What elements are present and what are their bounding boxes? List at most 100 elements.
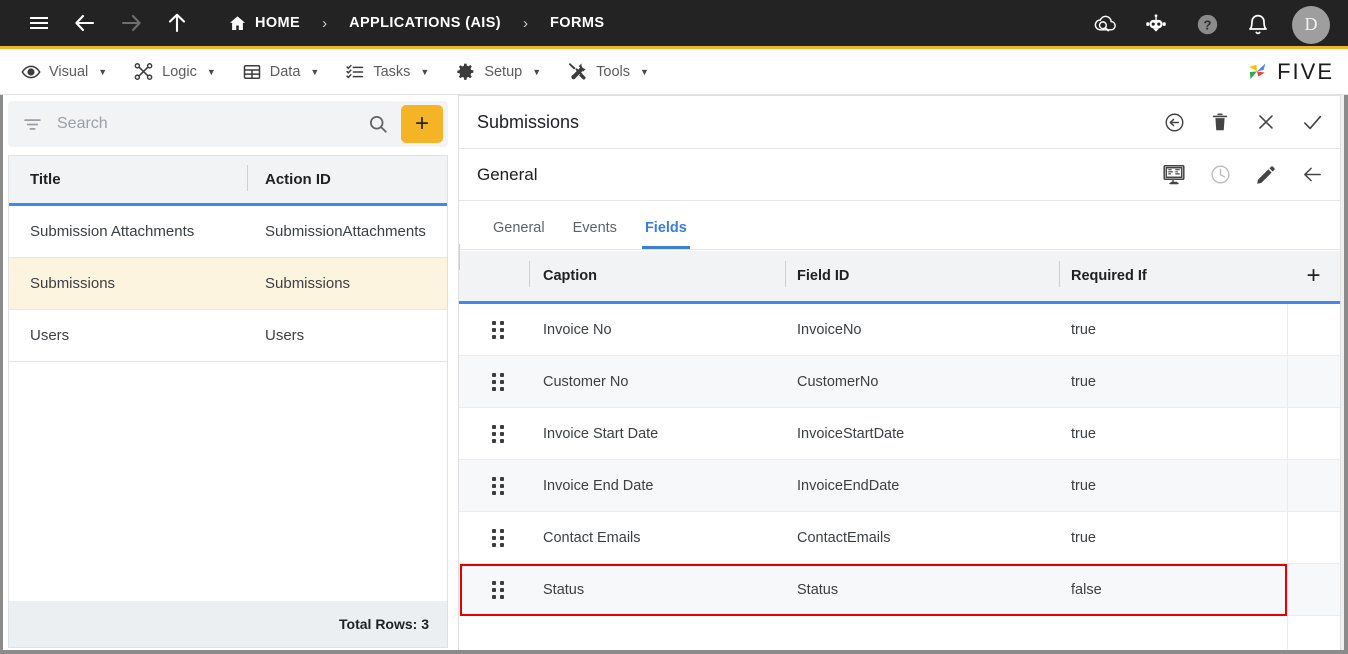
form-designer-icon[interactable] — [1162, 163, 1186, 187]
table-row[interactable]: Users Users — [9, 310, 447, 362]
revert-icon[interactable] — [1162, 110, 1186, 134]
up-arrow-icon[interactable] — [160, 6, 194, 40]
cloud-search-icon[interactable] — [1088, 8, 1122, 42]
hamburger-menu-icon[interactable] — [22, 6, 56, 40]
tab-events[interactable]: Events — [559, 220, 631, 249]
application-window: HOME › APPLICATIONS (AIS) › FORMS — [0, 0, 1348, 654]
nav-left-controls: HOME › APPLICATIONS (AIS) › FORMS — [0, 6, 608, 40]
menu-label-tasks: Tasks — [373, 64, 410, 80]
column-header-action-id[interactable]: Action ID — [247, 171, 447, 188]
add-field-column[interactable]: + — [1287, 264, 1340, 288]
total-rows-label: Total Rows: 3 — [9, 601, 447, 647]
tab-general[interactable]: General — [479, 220, 559, 249]
cell-required-if: true — [1059, 530, 1287, 546]
cell-caption: Contact Emails — [529, 530, 785, 546]
drag-handle-icon[interactable] — [459, 321, 529, 339]
menu-item-tasks[interactable]: Tasks ▼ — [332, 49, 442, 95]
cell-field-id: Status — [785, 582, 1059, 598]
section-title: General — [477, 165, 537, 185]
cell-required-if: true — [1059, 478, 1287, 494]
detail-tabs: General Events Fields — [459, 201, 1340, 250]
column-header-title[interactable]: Title — [9, 171, 247, 188]
menu-item-logic[interactable]: Logic ▼ — [120, 49, 229, 95]
module-menu-bar: Visual ▼ Logic ▼ Data ▼ Tasks ▼ — [0, 49, 1348, 95]
menu-item-setup[interactable]: Setup ▼ — [442, 49, 554, 95]
table-empty-space — [9, 362, 447, 601]
drag-handle-icon[interactable] — [459, 373, 529, 391]
five-pinwheel-icon — [1244, 59, 1270, 85]
menu-label-data: Data — [270, 64, 301, 80]
back-arrow-icon[interactable] — [1300, 163, 1324, 187]
cell-caption: Invoice End Date — [529, 478, 785, 494]
table-row[interactable]: Contact Emails ContactEmails true — [459, 512, 1340, 564]
home-icon — [228, 14, 247, 33]
help-icon[interactable]: ? — [1190, 8, 1224, 42]
column-header-field-id[interactable]: Field ID — [785, 268, 1059, 284]
table-row[interactable]: Invoice No InvoiceNo true — [459, 304, 1340, 356]
table-row-highlighted[interactable]: Status Status false — [459, 564, 1340, 616]
column-divider — [1287, 408, 1288, 459]
add-field-button[interactable]: + — [1306, 264, 1320, 288]
top-navigation-bar: HOME › APPLICATIONS (AIS) › FORMS — [0, 0, 1348, 49]
cell-required-if: true — [1059, 426, 1287, 442]
forward-arrow-icon — [114, 6, 148, 40]
breadcrumb-item-forms[interactable]: FORMS — [546, 15, 608, 31]
cell-field-id: InvoiceStartDate — [785, 426, 1059, 442]
menu-item-visual[interactable]: Visual ▼ — [8, 49, 120, 95]
close-icon[interactable] — [1254, 110, 1278, 134]
cell-title: Submission Attachments — [9, 223, 247, 240]
brand-logo: FIVE — [1244, 59, 1334, 85]
detail-subheader: General — [459, 149, 1340, 201]
table-row[interactable]: Invoice Start Date InvoiceStartDate true — [459, 408, 1340, 460]
search-input[interactable] — [57, 115, 355, 133]
form-detail-panel: Submissions General — [458, 95, 1340, 654]
table-row[interactable]: Invoice End Date InvoiceEndDate true — [459, 460, 1340, 512]
cell-required-if: true — [1059, 374, 1287, 390]
window-bottom-edge — [0, 650, 1348, 654]
breadcrumb-item-applications[interactable]: APPLICATIONS (AIS) — [345, 15, 505, 31]
search-icon[interactable] — [355, 113, 401, 135]
column-header-required-if[interactable]: Required If — [1059, 268, 1287, 284]
table-row[interactable]: Customer No CustomerNo true — [459, 356, 1340, 408]
cell-title: Users — [9, 327, 247, 344]
delete-icon[interactable] — [1208, 110, 1232, 134]
edit-pencil-icon[interactable] — [1254, 163, 1278, 187]
back-arrow-icon[interactable] — [68, 6, 102, 40]
notification-bell-icon[interactable] — [1241, 8, 1275, 42]
search-bar: + — [8, 101, 448, 147]
save-check-icon[interactable] — [1300, 110, 1324, 134]
cell-action-id: SubmissionAttachments — [247, 223, 447, 240]
drag-handle-icon[interactable] — [459, 529, 529, 547]
drag-handle-icon[interactable] — [459, 477, 529, 495]
avatar[interactable]: D — [1292, 6, 1330, 44]
table-row[interactable]: Submission Attachments SubmissionAttachm… — [9, 206, 447, 258]
checklist-icon — [345, 62, 365, 82]
history-clock-icon[interactable] — [1208, 163, 1232, 187]
forms-table: Title Action ID Submission Attachments S… — [8, 155, 448, 648]
column-header-caption[interactable]: Caption — [529, 268, 785, 284]
chevron-down-icon: ▼ — [640, 67, 649, 77]
menu-item-data[interactable]: Data ▼ — [229, 49, 333, 95]
filter-icon[interactable] — [22, 114, 43, 135]
breadcrumb-label-home: HOME — [255, 15, 300, 31]
chevron-down-icon: ▼ — [532, 67, 541, 77]
menu-item-tools[interactable]: Tools ▼ — [554, 49, 662, 95]
eye-icon — [21, 62, 41, 82]
column-divider — [1287, 564, 1288, 615]
breadcrumb-separator: › — [505, 15, 546, 32]
breadcrumb-separator: › — [304, 15, 345, 32]
add-form-button[interactable]: + — [401, 105, 443, 143]
cell-field-id: InvoiceEndDate — [785, 478, 1059, 494]
column-divider — [1287, 356, 1288, 407]
drag-handle-icon[interactable] — [459, 425, 529, 443]
tab-fields[interactable]: Fields — [631, 220, 701, 249]
breadcrumb-item-home[interactable]: HOME — [224, 14, 304, 33]
table-grid-icon — [242, 62, 262, 82]
cell-action-id: Users — [247, 327, 447, 344]
logic-nodes-icon — [133, 61, 154, 82]
table-row-selected[interactable]: Submissions Submissions — [9, 258, 447, 310]
drag-handle-icon[interactable] — [459, 581, 529, 599]
detail-subheader-actions — [1162, 163, 1324, 187]
breadcrumb: HOME › APPLICATIONS (AIS) › FORMS — [224, 14, 608, 33]
chatbot-icon[interactable] — [1139, 8, 1173, 42]
